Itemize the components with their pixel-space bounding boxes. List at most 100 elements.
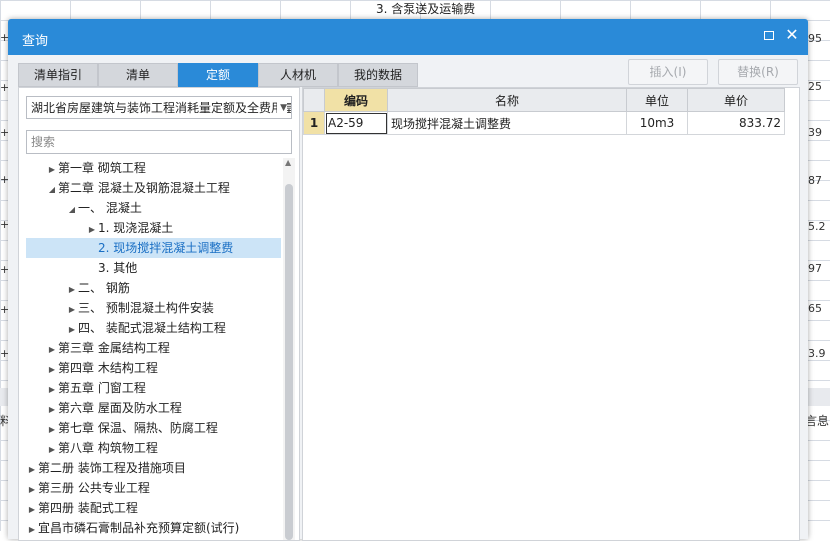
tree-item-label: 第二册 装饰工程及措施项目 <box>38 461 186 475</box>
background-cell-value: 97 <box>808 262 822 275</box>
tree-item-label: 3. 其他 <box>98 261 138 275</box>
tree-item[interactable]: ▶ 第七章 保温、隔热、防腐工程 <box>26 418 281 438</box>
tree-item[interactable]: 3. 其他 <box>26 258 281 278</box>
expand-arrow-icon[interactable]: ▶ <box>46 360 58 380</box>
tree-item-label: 第八章 构筑物工程 <box>58 441 158 455</box>
expand-arrow-icon[interactable]: ▶ <box>26 460 38 480</box>
background-cell-value: 3.9 <box>808 347 826 360</box>
tree-item[interactable]: ▶ 第四章 木结构工程 <box>26 358 281 378</box>
expand-arrow-icon[interactable]: ▶ <box>86 220 98 240</box>
tree-item-label: 第六章 屋面及防水工程 <box>58 401 182 415</box>
expand-arrow-icon[interactable]: ▶ <box>46 340 58 360</box>
search-input[interactable] <box>26 130 292 154</box>
tree-item[interactable]: ▶ 第二册 装饰工程及措施项目 <box>26 458 281 478</box>
column-header-name[interactable]: 名称 <box>387 88 627 112</box>
expand-arrow-icon[interactable]: ▶ <box>46 400 58 420</box>
close-icon[interactable]: ✕ <box>783 25 801 44</box>
tree-item[interactable]: ▶ 第三册 公共专业工程 <box>26 478 281 498</box>
tree-item[interactable]: ▶ 四、 装配式混凝土结构工程 <box>26 318 281 338</box>
background-cell-value: 25 <box>808 80 822 93</box>
background-right-label: 言息 <box>805 414 830 428</box>
background-cell-value: 95 <box>808 32 822 45</box>
query-dialog: 查询 ✕ 清单指引 清单 定额 人材机 我的数据 插入(I) 替换(R) 湖北省… <box>8 19 808 541</box>
tree-item[interactable]: ▶ 第八章 构筑物工程 <box>26 438 281 458</box>
collapse-arrow-icon[interactable]: ◢ <box>66 200 78 220</box>
tree-item[interactable]: ▶ 宜昌市磷石膏制品补充预算定额(试行) <box>26 518 281 538</box>
tree-item-label: 第七章 保温、隔热、防腐工程 <box>58 421 218 435</box>
left-panel: 湖北省房屋建筑与装饰工程消耗量定额及全费用基价表(2018) ▼ ▶第一章 砌筑… <box>18 87 300 541</box>
expand-arrow-icon[interactable]: ▶ <box>46 160 58 180</box>
quota-table: 编码 名称 单位 单价 1 A2-59 现场搅拌混凝土调整费 10m3 833.… <box>303 88 785 135</box>
tree-item[interactable]: ▶ 三、 预制混凝土构件安装 <box>26 298 281 318</box>
table-row[interactable]: 1 A2-59 现场搅拌混凝土调整费 10m3 833.72 <box>303 111 785 135</box>
expand-arrow-icon[interactable]: ▶ <box>66 280 78 300</box>
background-cell-value: 5.2 <box>808 220 826 233</box>
tree-item-label: 第四册 装配式工程 <box>38 501 138 515</box>
expand-arrow-icon[interactable]: ▶ <box>66 300 78 320</box>
expand-arrow-icon[interactable]: ▶ <box>46 380 58 400</box>
library-select[interactable]: 湖北省房屋建筑与装饰工程消耗量定额及全费用基价表(2018) ▼ <box>26 96 292 119</box>
code-cell[interactable]: A2-59 <box>324 111 388 135</box>
tree-item[interactable]: ▶ 第一章 砌筑工程 <box>26 158 281 178</box>
collapse-arrow-icon[interactable]: ◢ <box>46 180 58 200</box>
tree-item-label: 四、 装配式混凝土结构工程 <box>78 321 226 335</box>
column-header-unit[interactable]: 单位 <box>626 88 688 112</box>
tree-item-label: 第五章 门窗工程 <box>58 381 146 395</box>
tab-labor-material-machine[interactable]: 人材机 <box>258 63 338 87</box>
row-number: 1 <box>303 111 325 135</box>
dialog-title-bar[interactable]: 查询 ✕ <box>8 19 808 55</box>
tree-item-label: 一、 混凝土 <box>78 201 142 215</box>
tree-item-label: 第一章 砌筑工程 <box>58 161 146 175</box>
tree-item-label: 第二章 混凝土及钢筋混凝土工程 <box>58 181 230 195</box>
tree-item-label: 第三册 公共专业工程 <box>38 481 150 495</box>
price-cell[interactable]: 833.72 <box>687 111 785 135</box>
expand-arrow-icon[interactable]: ▶ <box>46 440 58 460</box>
background-cell-value: 39 <box>808 126 822 139</box>
expand-arrow-icon[interactable]: ▶ <box>66 320 78 340</box>
tree-item[interactable]: ▶ 二、 钢筋 <box>26 278 281 298</box>
tree-item-selected[interactable]: 2. 现场搅拌混凝土调整费 <box>26 238 281 258</box>
row-number-header <box>303 88 325 112</box>
chevron-down-icon: ▼ <box>277 97 287 118</box>
tab-bill-guide[interactable]: 清单指引 <box>18 63 98 87</box>
tree-item-label: 2. 现场搅拌混凝土调整费 <box>98 241 234 255</box>
background-cell-value: 65 <box>808 302 822 315</box>
library-select-value: 湖北省房屋建筑与装饰工程消耗量定额及全费用基价表(2018) <box>31 101 292 115</box>
tree-item[interactable]: ▶ 第三章 金属结构工程 <box>26 338 281 358</box>
column-header-price[interactable]: 单价 <box>687 88 785 112</box>
tree-scrollbar[interactable]: ▲ <box>283 158 295 540</box>
column-header-code[interactable]: 编码 <box>324 88 388 112</box>
tree-item[interactable]: ◢ 第二章 混凝土及钢筋混凝土工程 <box>26 178 281 198</box>
insert-button[interactable]: 插入(I) <box>628 59 708 85</box>
expand-arrow-icon[interactable]: ▶ <box>26 500 38 520</box>
expand-arrow-icon[interactable]: ▶ <box>26 520 38 540</box>
tab-quota[interactable]: 定额 <box>178 63 258 87</box>
tree-item[interactable]: ▶ 1. 现浇混凝土 <box>26 218 281 238</box>
dialog-content: 清单指引 清单 定额 人材机 我的数据 插入(I) 替换(R) 湖北省房屋建筑与… <box>8 55 808 541</box>
replace-button[interactable]: 替换(R) <box>718 59 798 85</box>
expand-arrow-icon[interactable]: ▶ <box>46 420 58 440</box>
name-cell[interactable]: 现场搅拌混凝土调整费 <box>387 111 627 135</box>
tree-item[interactable]: ▶ 第四册 装配式工程 <box>26 498 281 518</box>
maximize-icon[interactable] <box>760 27 778 44</box>
scroll-up-icon[interactable]: ▲ <box>285 158 291 167</box>
dialog-title: 查询 <box>22 34 49 49</box>
expand-arrow-icon[interactable]: ▶ <box>26 480 38 500</box>
tree-item-label: 二、 钢筋 <box>78 281 130 295</box>
tree-item-label: 三、 预制混凝土构件安装 <box>78 301 214 315</box>
tab-bill[interactable]: 清单 <box>98 63 178 87</box>
unit-cell[interactable]: 10m3 <box>626 111 688 135</box>
tree-item[interactable]: ▶ 第六章 屋面及防水工程 <box>26 398 281 418</box>
background-cell-value: 87 <box>808 174 822 187</box>
tree-item-label: 第三章 金属结构工程 <box>58 341 170 355</box>
tree-item-label: 第四章 木结构工程 <box>58 361 158 375</box>
tree-item-label: 1. 现浇混凝土 <box>98 221 174 235</box>
tree-item[interactable]: ◢ 一、 混凝土 <box>26 198 281 218</box>
results-panel: 编码 名称 单位 单价 1 A2-59 现场搅拌混凝土调整费 10m3 833.… <box>302 87 800 541</box>
tab-my-data[interactable]: 我的数据 <box>338 63 418 87</box>
tree-item[interactable]: ▶ 第五章 门窗工程 <box>26 378 281 398</box>
background-row-text: 3. 含泵送及运输费 <box>376 2 476 16</box>
table-header-row: 编码 名称 单位 单价 <box>303 88 785 112</box>
scrollbar-thumb[interactable] <box>285 184 293 540</box>
tree-item-label: 宜昌市磷石膏制品补充预算定额(试行) <box>38 521 240 535</box>
